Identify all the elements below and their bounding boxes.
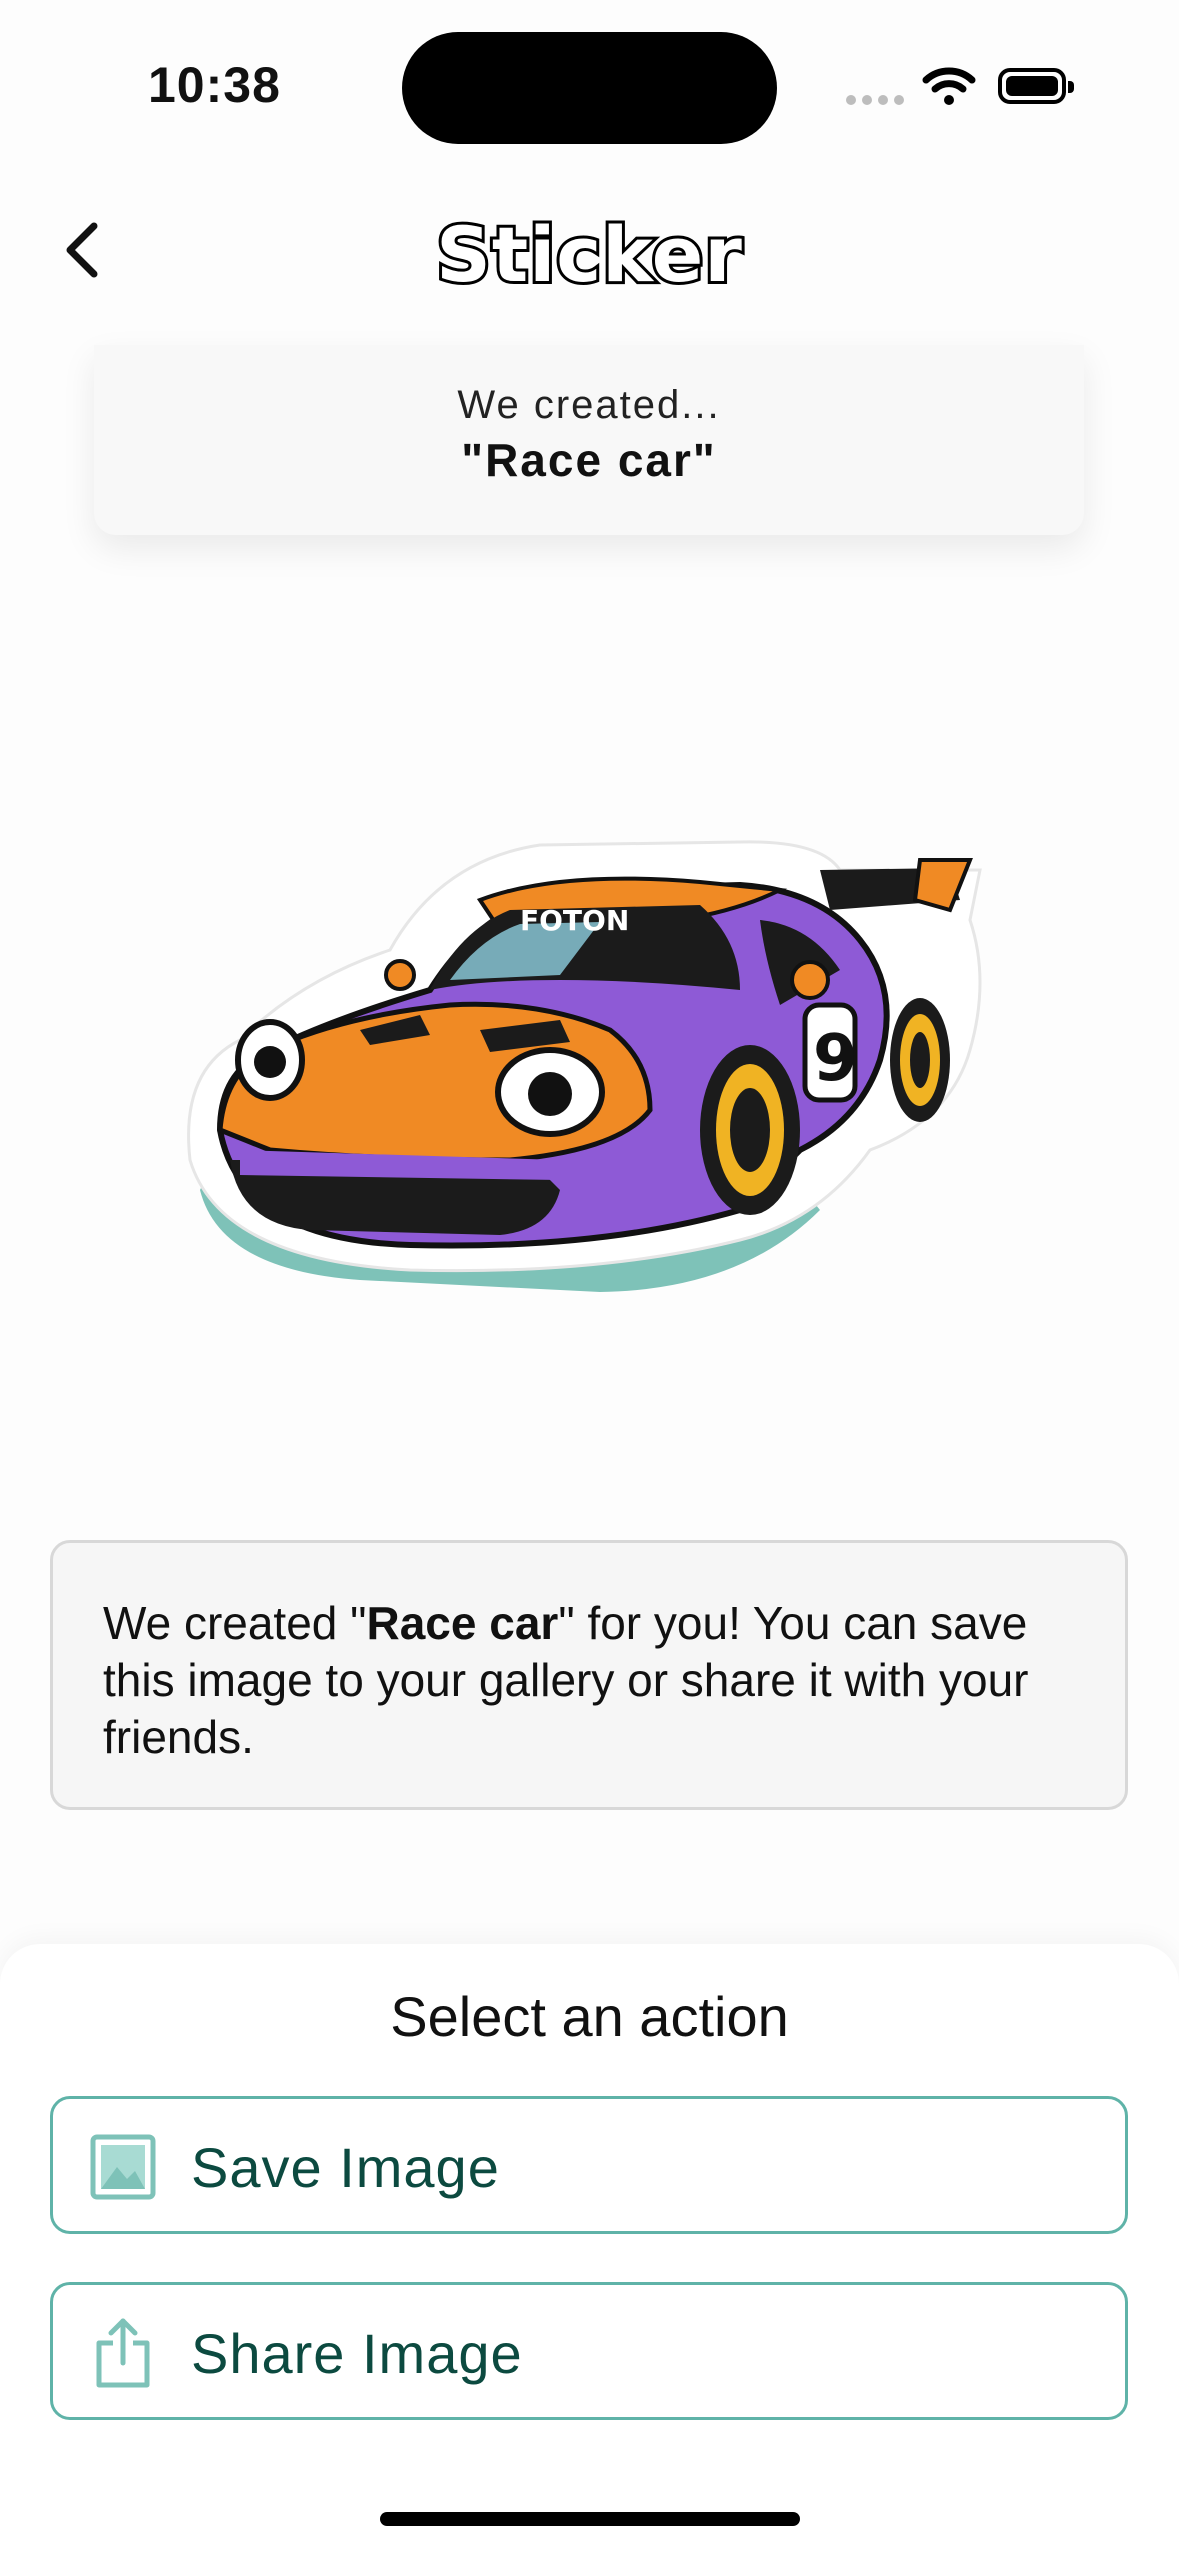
save-image-button[interactable]: Save Image [50,2096,1128,2234]
share-icon [96,2318,150,2388]
status-bar: 10:38 [0,0,1179,170]
car-number: 9 [813,1022,858,1096]
dynamic-island [402,32,777,144]
created-prefix: We created... [457,383,721,427]
page-title: Sticker [433,207,745,302]
home-indicator[interactable] [380,2512,800,2526]
image-icon [90,2134,156,2200]
battery-icon [998,68,1074,104]
cellular-signal-icon [846,95,906,105]
save-image-label: Save Image [191,2136,500,2199]
windshield-text: FOTON [520,904,629,937]
result-message: We created "Race car" for you! You can s… [103,1597,1029,1763]
action-sheet: Select an action [0,1944,1179,2556]
wifi-icon [922,67,976,105]
share-image-label: Share Image [191,2322,523,2385]
share-image-button[interactable]: Share Image [50,2282,1128,2420]
result-message-box: We created "Race car" for you! You can s… [50,1540,1128,1810]
nav-header: Sticker [0,190,1179,330]
status-time: 10:38 [148,57,281,113]
result-name-bold: Race car [366,1597,559,1649]
action-sheet-title: Select an action [390,1985,789,2048]
created-summary-card: We created... "Race car" [94,345,1084,535]
race-car-sticker-image: FOTON 9 [180,830,1000,1320]
created-name: "Race car" [461,434,717,486]
